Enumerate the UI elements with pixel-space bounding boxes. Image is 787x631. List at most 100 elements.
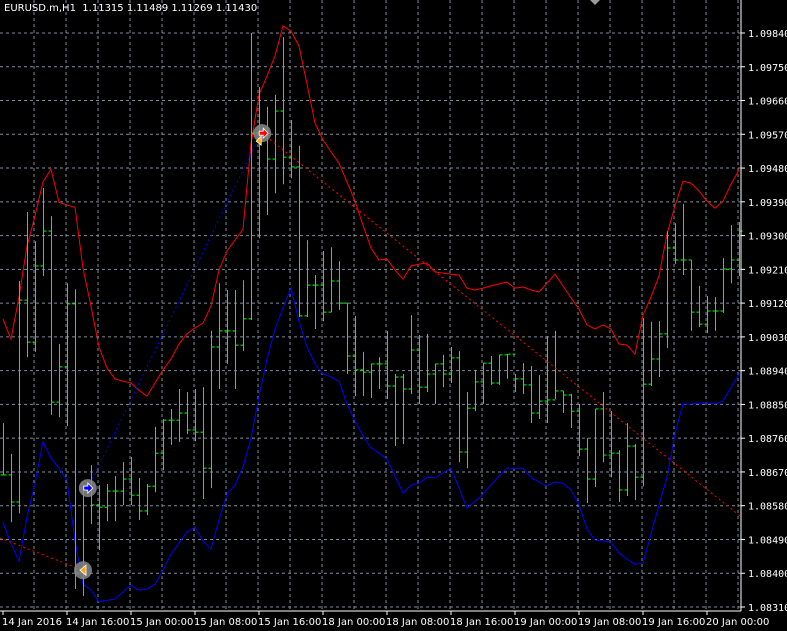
close-left-arrow-marker[interactable] bbox=[74, 561, 92, 580]
axes: 1.09840 1.09750 1.09660 1.09570 1.09480 1.093… bbox=[0, 0, 787, 628]
bands bbox=[2, 25, 740, 603]
price-bar bbox=[384, 330, 391, 400]
price-label: 1.08310 bbox=[748, 603, 787, 614]
price-bar bbox=[8, 453, 15, 523]
price-label: 1.09210 bbox=[748, 265, 787, 276]
price-bar bbox=[560, 390, 567, 414]
price-chart[interactable]: 1.09840 1.09750 1.09660 1.09570 1.09480 1.093… bbox=[0, 0, 787, 631]
price-bar bbox=[720, 258, 727, 313]
price-bar bbox=[192, 389, 199, 442]
price-bar bbox=[528, 366, 535, 424]
price-bars bbox=[0, 33, 743, 597]
price-bar bbox=[0, 423, 7, 476]
price-bar bbox=[584, 438, 591, 504]
time-label: 19 Jan 08:00 bbox=[578, 617, 641, 628]
price-bar bbox=[680, 204, 687, 275]
price-label: 1.09390 bbox=[748, 198, 787, 209]
price-label: 1.09120 bbox=[748, 299, 787, 310]
price-label: 1.09750 bbox=[748, 63, 787, 74]
price-bar bbox=[64, 283, 71, 427]
chart-shift-icon[interactable] bbox=[590, 0, 600, 5]
price-bar bbox=[56, 344, 63, 418]
time-label: 18 Jan 16:00 bbox=[450, 617, 513, 628]
price-bar bbox=[40, 187, 47, 277]
price-bar bbox=[448, 347, 455, 384]
price-bar bbox=[72, 289, 79, 589]
price-bar bbox=[688, 259, 695, 331]
price-bar bbox=[16, 280, 23, 514]
price-bar bbox=[408, 315, 415, 394]
price-bar bbox=[320, 250, 327, 322]
time-label: 15 Jan 08:00 bbox=[194, 617, 257, 628]
buy-arrow-marker[interactable] bbox=[78, 479, 97, 498]
price-label: 1.08760 bbox=[748, 434, 787, 445]
price-bar bbox=[464, 392, 471, 469]
sell-arrow-marker[interactable] bbox=[253, 124, 272, 147]
price-bar bbox=[576, 404, 583, 457]
trade-markers bbox=[74, 124, 272, 580]
price-label: 1.09660 bbox=[748, 97, 787, 108]
price-bar bbox=[160, 419, 167, 471]
price-bar bbox=[416, 335, 423, 405]
time-label: 19 Jan 16:00 bbox=[642, 617, 705, 628]
price-bar bbox=[360, 351, 367, 397]
price-bar bbox=[264, 106, 271, 215]
trade-line bbox=[87, 130, 263, 489]
grid bbox=[0, 0, 741, 611]
price-bar bbox=[80, 486, 87, 597]
price-bar bbox=[392, 374, 399, 447]
upper-band-line bbox=[2, 25, 740, 397]
price-bar bbox=[400, 374, 407, 445]
time-label: 14 Jan 2016 bbox=[2, 617, 62, 628]
price-bar bbox=[120, 462, 127, 505]
price-bar bbox=[456, 351, 463, 463]
price-label: 1.09300 bbox=[748, 232, 787, 243]
price-bar bbox=[136, 477, 143, 520]
price-bar bbox=[344, 302, 351, 375]
time-label: 18 Jan 08:00 bbox=[386, 617, 449, 628]
time-label: 20 Jan 00:00 bbox=[706, 617, 769, 628]
price-bar bbox=[224, 289, 231, 364]
price-label: 1.09570 bbox=[748, 130, 787, 141]
price-bar bbox=[280, 37, 287, 185]
price-bar bbox=[520, 363, 527, 394]
price-label: 1.09480 bbox=[748, 164, 787, 175]
price-label: 1.08940 bbox=[748, 367, 787, 378]
price-bar bbox=[312, 274, 319, 330]
lower-band-line bbox=[2, 286, 740, 603]
price-bar bbox=[736, 222, 743, 277]
price-bar bbox=[480, 362, 487, 405]
price-bar bbox=[216, 283, 223, 390]
price-bar bbox=[536, 375, 543, 420]
price-bar bbox=[592, 408, 599, 487]
trade-line bbox=[261, 132, 742, 518]
time-label: 18 Jan 00:00 bbox=[322, 617, 385, 628]
chart-title: EURUSD.m,H1 1.11315 1.11489 1.11269 1.11… bbox=[4, 3, 257, 14]
price-bar bbox=[504, 353, 511, 379]
price-bar bbox=[608, 411, 615, 478]
price-bar bbox=[568, 393, 575, 429]
chart-window[interactable]: EURUSD.m,H1 1.11315 1.11489 1.11269 1.11… bbox=[0, 0, 787, 631]
price-bar bbox=[336, 261, 343, 310]
price-bar bbox=[248, 33, 255, 320]
price-bar bbox=[32, 241, 39, 352]
price-bar bbox=[712, 297, 719, 331]
price-bar bbox=[432, 363, 439, 405]
price-bar bbox=[376, 357, 383, 390]
price-bar bbox=[616, 450, 623, 502]
price-bar bbox=[624, 423, 631, 496]
price-label: 1.08580 bbox=[748, 502, 787, 513]
price-bar bbox=[184, 392, 191, 435]
price-bar bbox=[600, 392, 607, 463]
price-bar bbox=[512, 353, 519, 393]
price-bar bbox=[152, 426, 159, 493]
price-bar bbox=[368, 363, 375, 399]
price-bar bbox=[696, 285, 703, 328]
price-bar bbox=[288, 120, 295, 179]
price-label: 1.08670 bbox=[748, 468, 787, 479]
price-bar bbox=[352, 315, 359, 397]
price-bar bbox=[552, 330, 559, 401]
price-bar bbox=[296, 145, 303, 317]
price-bar bbox=[304, 240, 311, 317]
price-label: 1.08490 bbox=[748, 535, 787, 546]
